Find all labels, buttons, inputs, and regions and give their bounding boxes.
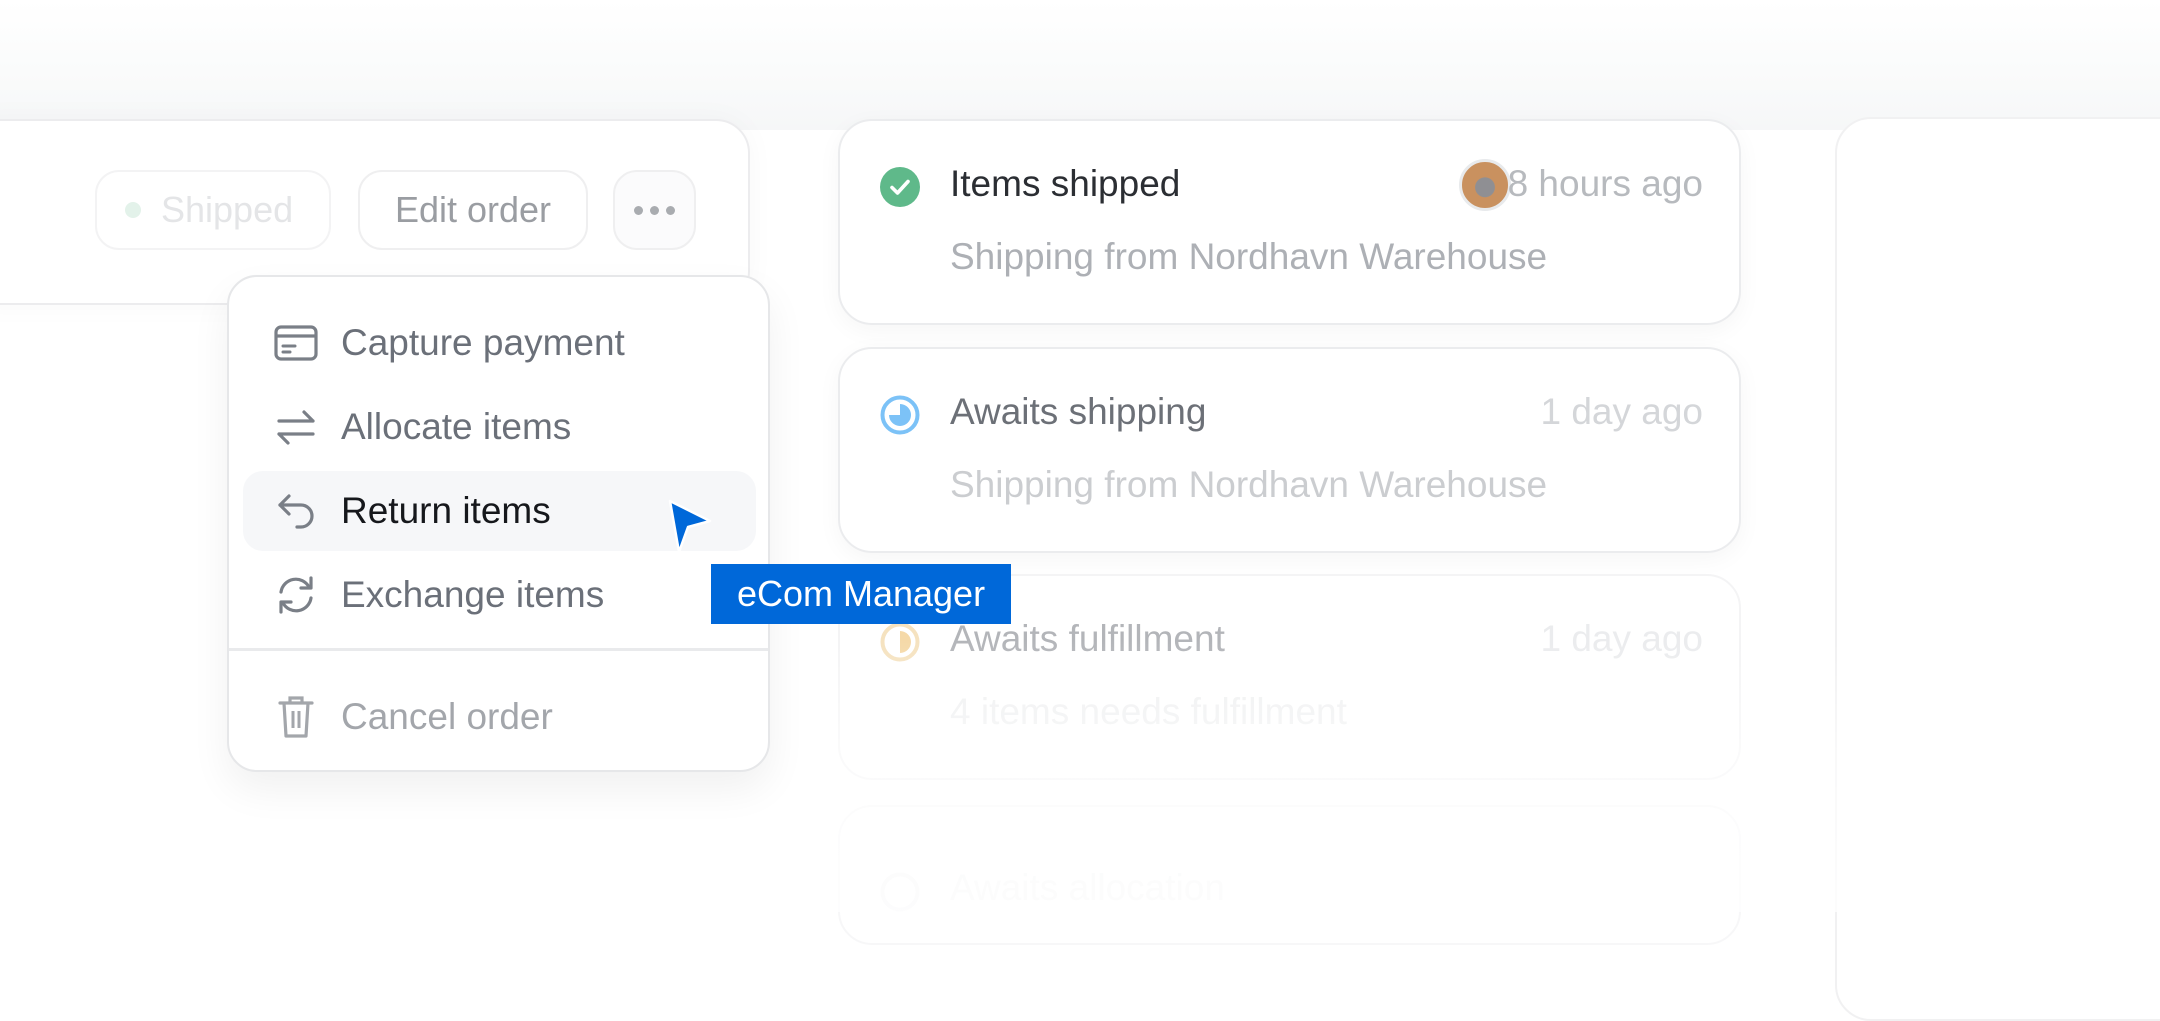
side-panel: [1835, 117, 2160, 1021]
menu-item-label: Capture payment: [341, 322, 625, 363]
check-circle-icon: [880, 167, 920, 207]
menu-item-label: Allocate items: [341, 406, 572, 447]
timeline-card[interactable]: Awaits shipping 1 day ago Shipping from …: [838, 347, 1741, 553]
menu-item-label: Return items: [341, 490, 551, 531]
timeline-title: Awaits fulfillment: [950, 618, 1225, 659]
menu-item-label: Exchange items: [341, 574, 605, 615]
trash-icon: [273, 694, 319, 740]
menu-item-label: Cancel order: [341, 696, 553, 737]
avatar: [1459, 159, 1511, 211]
menu-item-capture-payment[interactable]: Capture payment: [243, 303, 756, 383]
menu-divider: [229, 648, 768, 651]
timeline-time: 1 day ago: [1540, 618, 1703, 659]
progress-circle-icon: [880, 395, 920, 435]
status-badge-label: Shipped: [161, 189, 294, 230]
timeline-card[interactable]: Awaits allocation: [838, 805, 1741, 945]
credit-card-icon: [273, 320, 319, 366]
timeline-time: 8 hours ago: [1507, 163, 1703, 204]
half-circle-icon: [880, 622, 920, 662]
timeline-title: Awaits allocation: [950, 867, 1225, 908]
edit-order-button[interactable]: Edit order: [358, 170, 588, 250]
cursor-pointer-icon: [668, 499, 712, 554]
status-dot-icon: [125, 202, 141, 218]
timeline-title: Awaits shipping: [950, 391, 1207, 432]
menu-item-exchange-items[interactable]: Exchange items: [243, 555, 756, 635]
background-fade: [0, 0, 2160, 130]
menu-item-cancel-order[interactable]: Cancel order: [243, 677, 756, 757]
arrows-swap-icon: [273, 404, 319, 450]
refresh-icon: [273, 572, 319, 618]
timeline-title: Items shipped: [950, 163, 1181, 204]
more-actions-button[interactable]: [613, 170, 696, 250]
status-badge: Shipped: [95, 170, 331, 250]
return-arrow-icon: [273, 488, 319, 534]
timeline-card[interactable]: Items shipped 8 hours ago Shipping from …: [838, 119, 1741, 325]
timeline-time: 1 day ago: [1540, 391, 1703, 432]
cursor-user-label: eCom Manager: [711, 564, 1011, 624]
timeline-subtitle: 4 items needs fulfillment: [950, 691, 1347, 732]
pending-circle-icon: [880, 872, 920, 912]
timeline-subtitle: Shipping from Nordhavn Warehouse: [950, 236, 1548, 277]
more-horizontal-icon: [634, 205, 675, 215]
timeline-subtitle: Shipping from Nordhavn Warehouse: [950, 464, 1548, 505]
menu-item-allocate-items[interactable]: Allocate items: [243, 387, 756, 467]
